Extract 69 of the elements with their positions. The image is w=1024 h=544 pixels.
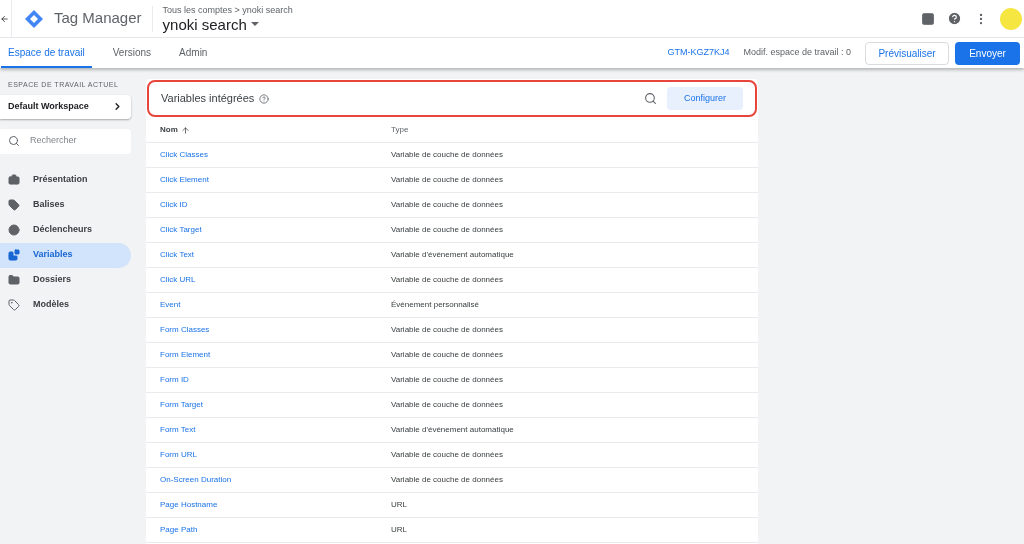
table-cell: URL [391,499,407,511]
caret-icon [250,22,259,26]
chevron-right-icon [112,101,123,112]
variable-link[interactable]: Form Classes [160,324,391,336]
variable-link[interactable]: Click ID [160,199,391,211]
search-icon[interactable] [644,92,657,105]
column-header: Type [391,124,409,136]
breadcrumb[interactable]: Tous les comptes > ynoki search [162,4,293,16]
variable-link[interactable]: Form URL [160,449,391,461]
nav-item[interactable]: Déclencheurs [0,217,131,243]
table-cell: Variable de couche de données [391,349,503,361]
nav-item[interactable]: Modèles [0,292,131,318]
variable-link[interactable]: On-Screen Duration [160,474,391,486]
table-cell: Variable de couche de données [391,374,503,386]
tab[interactable]: Espace de travail [1,38,92,68]
variable-link[interactable]: Click URL [160,274,391,286]
variable-link[interactable]: Click Text [160,249,391,261]
logo-icon [24,8,44,29]
table-cell: Événement personnalisé [391,299,480,311]
product-name: Tag Manager [54,8,142,29]
container-selector[interactable]: ynoki search [162,15,293,33]
briefcase-icon [8,174,20,186]
workspace-selector[interactable]: Default Workspace [0,94,131,119]
folder-icon [8,274,20,286]
variable-link[interactable]: Form Target [160,399,391,411]
disc-icon [8,224,20,236]
nav-item[interactable]: Présentation [0,167,131,193]
table-cell: Variable d'événement automatique [391,424,514,436]
variable-link[interactable]: Click Target [160,224,391,236]
table-cell: Variable de couche de données [391,199,503,211]
nav-item[interactable]: Balises [0,192,131,218]
variable-link[interactable]: Click Element [160,174,391,186]
table-cell: Variable de couche de données [391,474,503,486]
table-cell: Variable de couche de données [391,224,503,236]
preview-button[interactable]: Prévisualiser [865,41,949,65]
variable-link[interactable]: Page Hostname [160,499,391,511]
help-icon[interactable] [259,93,270,104]
search-icon [8,135,20,147]
submit-button[interactable]: Envoyer [955,41,1020,65]
tag-outline-icon [8,299,20,311]
panel-title: Variables intégrées [161,91,255,107]
back-arrow-icon [0,13,9,24]
configure-button[interactable]: Configurer [667,87,743,110]
table-cell: Variable de couche de données [391,449,503,461]
variable-link[interactable]: Click Classes [160,149,391,161]
table-cell: Variable de couche de données [391,399,503,411]
variable-link[interactable]: Form ID [160,374,391,386]
blocks-icon [8,249,20,261]
table-cell: Variable de couche de données [391,149,503,161]
table-cell: Variable de couche de données [391,324,503,336]
variable-link[interactable]: Form Text [160,424,391,436]
workspace-changes: Modif. espace de travail : 0 [743,46,851,60]
container-id[interactable]: GTM-KGZ7KJ4 [667,46,730,60]
tag-icon [8,199,20,211]
variable-link[interactable]: Form Element [160,349,391,361]
table-cell: Variable de couche de données [391,274,503,286]
nav-item[interactable]: Variables [0,242,131,268]
table-cell: URL [391,524,407,536]
column-header[interactable]: Nom [160,124,391,136]
search-field[interactable]: Rechercher [0,128,131,154]
sort-arrow-icon [180,125,190,135]
table-cell: Variable d'événement automatique [391,249,514,261]
tab[interactable]: Versions [105,38,159,68]
table-cell: Variable de couche de données [391,174,503,186]
variable-link[interactable]: Event [160,299,391,311]
tab[interactable]: Admin [172,38,215,68]
variable-link[interactable]: Page Path [160,524,391,536]
search-input[interactable]: Rechercher [30,134,110,148]
nav-item[interactable]: Dossiers [0,267,131,293]
